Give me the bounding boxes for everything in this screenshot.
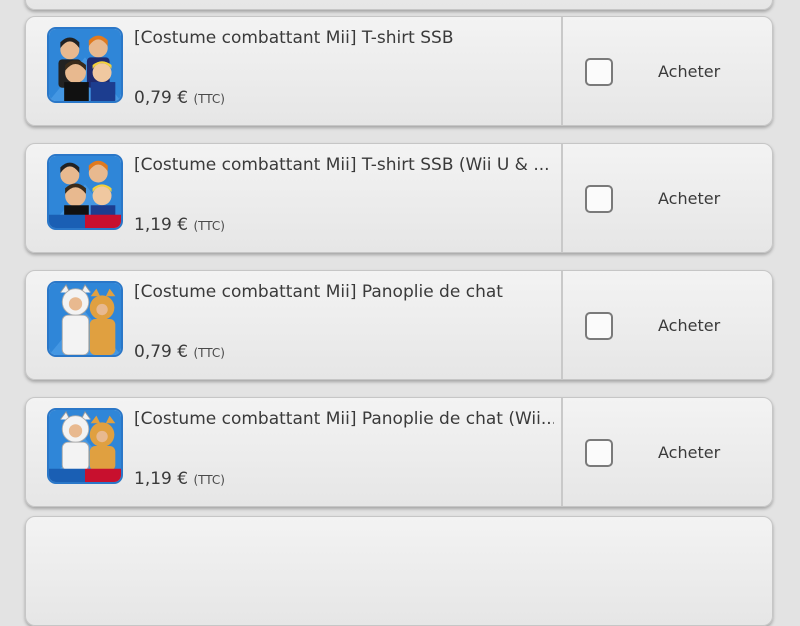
item-price: 1,19 € [134, 469, 189, 489]
shop-item-card: [Costume combattant Mii] Panoplie de cha… [25, 397, 773, 507]
mii-tshirt-icon[interactable] [47, 154, 123, 230]
buy-checkbox[interactable] [585, 439, 613, 467]
item-price-line: 1,19 € (TTC) [134, 469, 225, 489]
mii-tshirt-icon[interactable] [47, 27, 123, 103]
mii-cat-costume-icon[interactable] [47, 408, 123, 484]
card-divider [561, 398, 563, 506]
item-price-line: 0,79 € (TTC) [134, 88, 225, 108]
shop-item-card: [Costume combattant Mii] T-shirt SSB (Wi… [25, 143, 773, 253]
tax-label: (TTC) [193, 346, 225, 360]
tax-label: (TTC) [193, 473, 225, 487]
shop-item-card: [Costume combattant Mii] Panoplie de cha… [25, 270, 773, 380]
item-title: [Costume combattant Mii] Panoplie de cha… [134, 409, 554, 429]
next-item-card [25, 516, 773, 626]
buy-label[interactable]: Acheter [658, 62, 720, 81]
shop-item-card: [Costume combattant Mii] T-shirt SSB 0,7… [25, 16, 773, 126]
buy-checkbox[interactable] [585, 312, 613, 340]
card-divider [561, 144, 563, 252]
buy-label[interactable]: Acheter [658, 443, 720, 462]
item-price: 0,79 € [134, 342, 189, 362]
buy-checkbox[interactable] [585, 58, 613, 86]
buy-label[interactable]: Acheter [658, 316, 720, 335]
item-price-line: 0,79 € (TTC) [134, 342, 225, 362]
mii-cat-costume-icon[interactable] [47, 281, 123, 357]
buy-label[interactable]: Acheter [658, 189, 720, 208]
card-divider [561, 17, 563, 125]
buy-checkbox[interactable] [585, 185, 613, 213]
item-title: [Costume combattant Mii] Panoplie de cha… [134, 282, 503, 302]
tax-label: (TTC) [193, 92, 225, 106]
tax-label: (TTC) [193, 219, 225, 233]
item-price-line: 1,19 € (TTC) [134, 215, 225, 235]
item-title: [Costume combattant Mii] T-shirt SSB [134, 28, 454, 48]
item-title: [Costume combattant Mii] T-shirt SSB (Wi… [134, 155, 550, 175]
item-price: 0,79 € [134, 88, 189, 108]
item-price: 1,19 € [134, 215, 189, 235]
previous-item-card [25, 0, 773, 10]
card-divider [561, 271, 563, 379]
